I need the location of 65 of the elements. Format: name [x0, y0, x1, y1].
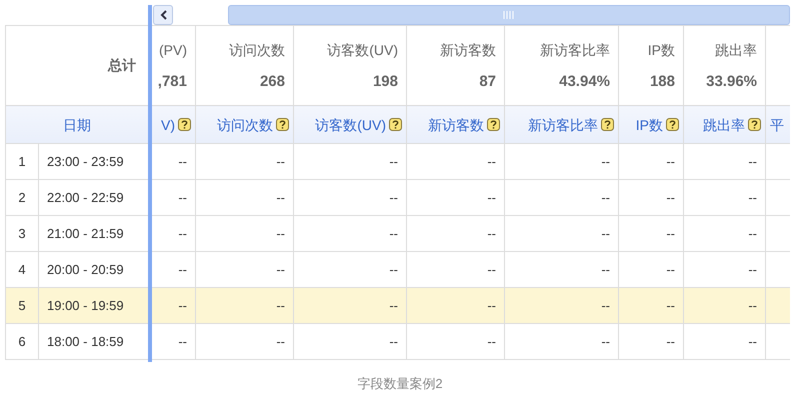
table-cell: -- [406, 288, 504, 324]
help-icon[interactable] [487, 118, 500, 131]
summary-metric-value: 33.96% [705, 72, 757, 92]
table-cell: -- [618, 216, 684, 252]
table-cell: -- [684, 180, 766, 216]
table-cell: -- [684, 144, 766, 180]
table-cell: -- [294, 288, 406, 324]
help-icon[interactable] [601, 118, 614, 131]
table-cell: -- [196, 144, 294, 180]
help-icon[interactable] [276, 118, 289, 131]
column-header[interactable]: 日期 [63, 116, 91, 132]
table-cell: -- [294, 144, 406, 180]
summary-metric-label: IP数 [646, 40, 675, 60]
table-cell: -- [618, 324, 684, 360]
table-cell: -- [684, 324, 766, 360]
help-icon[interactable] [748, 118, 761, 131]
column-header[interactable]: IP数 [636, 116, 663, 132]
table-cell: -- [504, 288, 618, 324]
table-cell: -- [196, 324, 294, 360]
date-cell: 19:00 - 19:59 [38, 288, 148, 324]
scrollbar-thumb[interactable] [228, 5, 790, 25]
help-icon[interactable] [666, 118, 679, 131]
table-cell: -- [294, 324, 406, 360]
table-cell: -- [504, 216, 618, 252]
column-header[interactable]: V) [161, 116, 175, 132]
table-cell: -- [406, 216, 504, 252]
summary-metric-label: 新访客比率 [539, 40, 610, 60]
row-number: 6 [6, 324, 38, 360]
help-icon[interactable] [178, 118, 191, 131]
table-cell: -- [406, 144, 504, 180]
table-cell: -- [406, 324, 504, 360]
chevron-left-icon [160, 10, 166, 20]
summary-metric-value: ,781 [157, 72, 187, 92]
row-number: 5 [6, 288, 38, 324]
table-cell: -- [618, 180, 684, 216]
table-cell: -- [294, 180, 406, 216]
summary-metric-value: 43.94% [558, 72, 610, 92]
summary-metric-label: 新访客数 [439, 40, 496, 60]
summary-metric-value: 268 [258, 72, 285, 92]
summary-metric-value: 87 [478, 72, 496, 92]
table-cell: -- [684, 288, 766, 324]
figure-caption: 字段数量案例2 [357, 376, 443, 391]
table-cell: -- [618, 144, 684, 180]
row-number: 1 [6, 144, 38, 180]
table-cell: -- [504, 324, 618, 360]
table-cell: -- [618, 288, 684, 324]
summary-metric-label: (PV) [158, 40, 187, 60]
table-cell: -- [406, 180, 504, 216]
summary-metric-label: 访客数(UV) [326, 40, 398, 60]
table-cell: -- [684, 216, 766, 252]
summary-metric-label: 访问次数 [228, 40, 285, 60]
table-cell: -- [196, 180, 294, 216]
table-cell: -- [196, 216, 294, 252]
row-number: 3 [6, 216, 38, 252]
table-cell: -- [294, 216, 406, 252]
summary-metric-label: 跳出率 [714, 40, 757, 60]
summary-metric-value: 188 [648, 72, 675, 92]
table-cell: -- [504, 180, 618, 216]
scroll-left-button[interactable] [153, 5, 173, 25]
row-number: 2 [6, 180, 38, 216]
table-cell: -- [196, 288, 294, 324]
help-icon[interactable] [389, 118, 402, 131]
table-cell: -- [504, 144, 618, 180]
summary-metric-value: 198 [372, 72, 398, 92]
grip-icon [503, 11, 515, 19]
